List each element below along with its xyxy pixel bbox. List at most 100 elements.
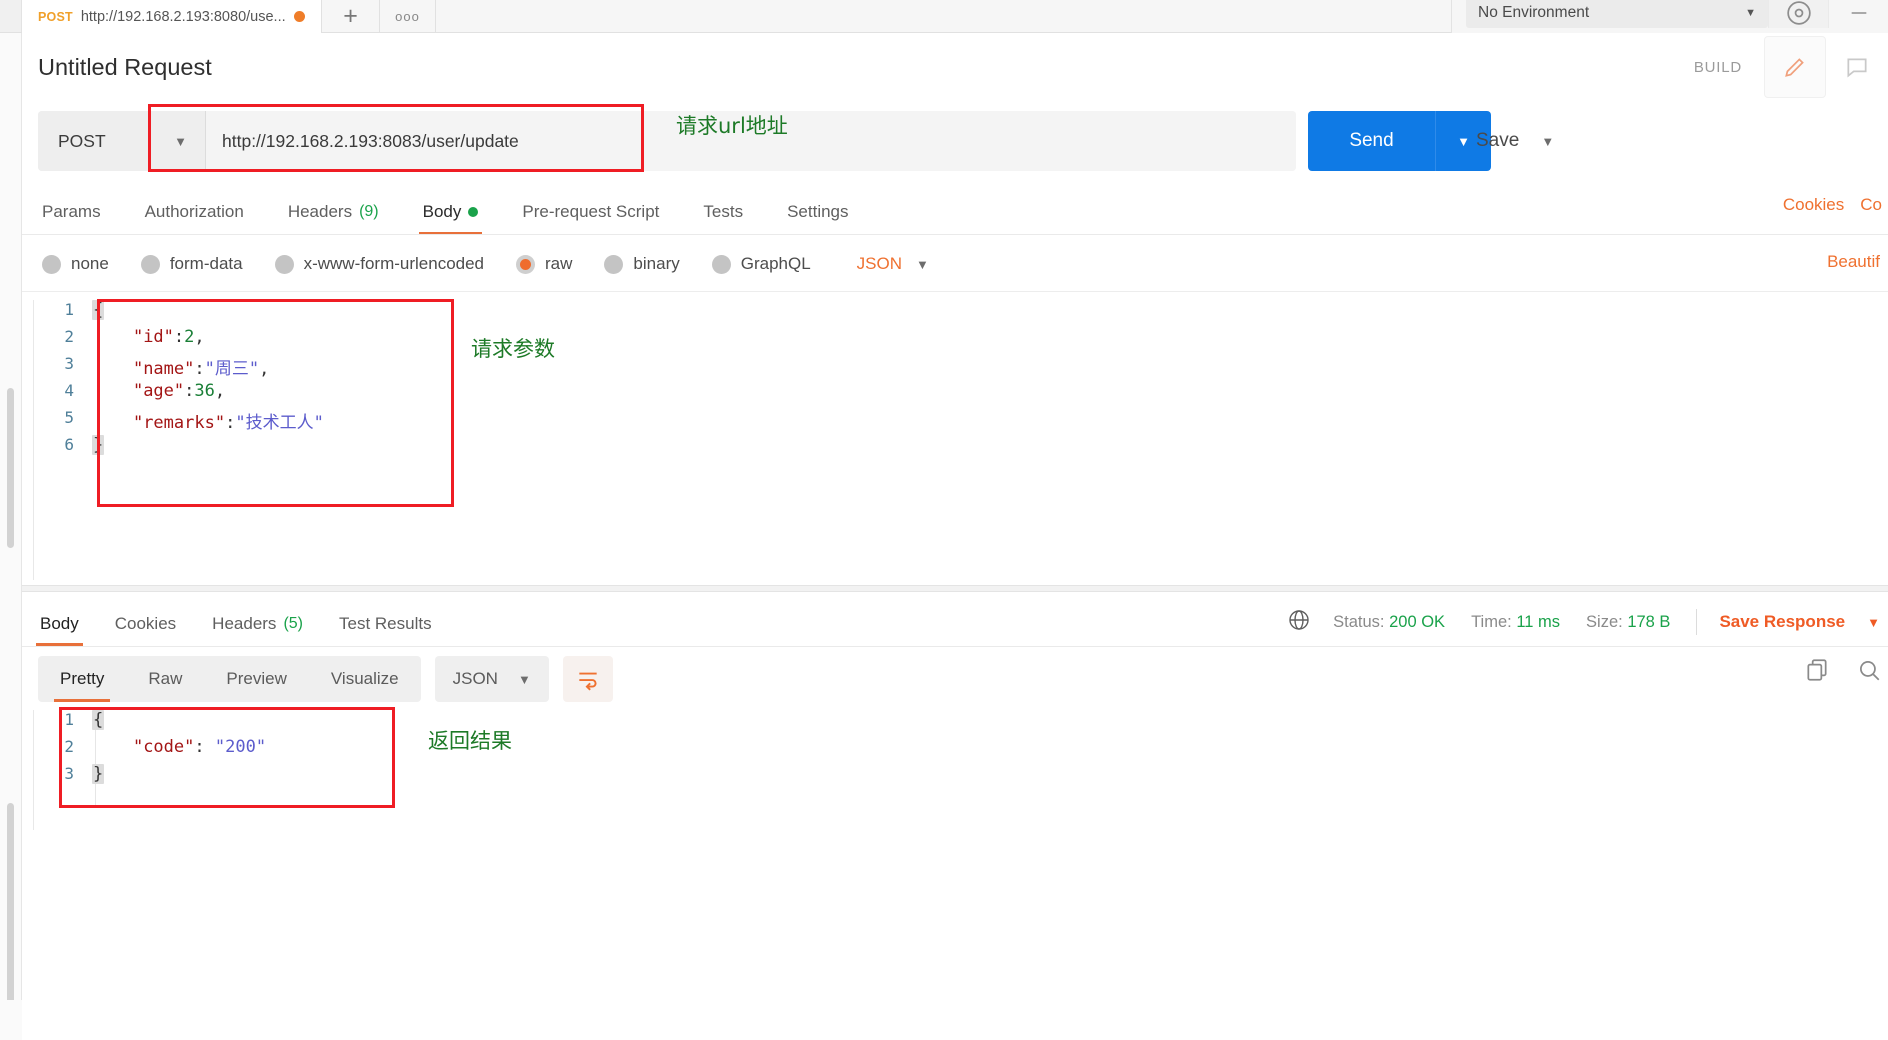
tab-params[interactable]: Params	[38, 202, 123, 235]
response-headers-count-badge: (5)	[283, 615, 303, 632]
body-format-selector[interactable]: JSON ▼	[857, 254, 929, 274]
search-icon[interactable]	[1856, 657, 1882, 688]
radio-label: form-data	[169, 254, 243, 273]
http-method-selector[interactable]: POST ▼	[38, 111, 206, 171]
body-type-graphql[interactable]: GraphQL	[711, 254, 811, 274]
response-status-strip: Status: 200 OK Time: 11 ms Size: 178 B S…	[1287, 600, 1888, 644]
cookies-link[interactable]: Cookies	[1783, 195, 1844, 215]
tab-label: Raw	[148, 669, 183, 688]
comments-icon[interactable]	[1826, 36, 1888, 98]
minimize-window-icon[interactable]	[1828, 0, 1888, 28]
response-view-pretty[interactable]: Pretty	[38, 656, 126, 702]
code-content: "id":2,	[132, 327, 205, 347]
tabstrip-left-edge	[0, 0, 22, 32]
request-url-bar: POST ▼	[38, 111, 1296, 171]
tab-label: Body	[40, 614, 79, 633]
code-content: "remarks":"技术工人"	[132, 413, 324, 433]
http-method-label: POST	[58, 130, 106, 151]
tab-headers[interactable]: Headers (9)	[266, 202, 401, 235]
tab-authorization[interactable]: Authorization	[123, 202, 266, 235]
edit-pencil-icon[interactable]	[1764, 36, 1826, 98]
body-type-urlencoded[interactable]: x-www-form-urlencoded	[274, 254, 485, 274]
response-view-raw[interactable]: Raw	[126, 656, 204, 702]
wrap-lines-icon[interactable]	[562, 656, 613, 702]
code-link[interactable]: Co	[1860, 195, 1882, 215]
save-button-group: Save ▼	[1476, 111, 1554, 171]
radio-icon	[604, 254, 624, 274]
response-view-visualize[interactable]: Visualize	[309, 656, 421, 702]
tab-label: Preview	[226, 669, 287, 688]
tab-label: Visualize	[330, 669, 399, 688]
tab-pre-request-script[interactable]: Pre-request Script	[500, 202, 681, 235]
status-value: 200 OK	[1389, 612, 1446, 631]
line-number: 1	[64, 710, 74, 729]
tab-label: Pretty	[60, 669, 105, 688]
body-type-none[interactable]: none	[42, 254, 109, 274]
body-type-form-data[interactable]: form-data	[140, 254, 243, 274]
build-label: BUILD	[1693, 58, 1742, 76]
request-scrollbar-thumb[interactable]	[7, 388, 14, 548]
body-present-dot-icon	[468, 207, 479, 217]
body-type-binary[interactable]: binary	[604, 254, 680, 274]
save-button[interactable]: Save	[1476, 130, 1519, 152]
tab-options-icon[interactable]: ooo	[380, 0, 436, 32]
radio-icon	[711, 254, 731, 274]
unsaved-changes-dot	[293, 11, 305, 22]
code-line: 1 {	[34, 300, 1888, 327]
environment-quick-look-eye-icon[interactable]	[1768, 0, 1828, 28]
response-tab-body[interactable]: Body	[22, 614, 97, 646]
save-response-button[interactable]: Save Response	[1719, 612, 1845, 632]
response-tab-cookies[interactable]: Cookies	[97, 614, 194, 646]
tab-tests[interactable]: Tests	[681, 202, 765, 235]
response-view-segmented-control: Pretty Raw Preview Visualize	[38, 656, 421, 702]
new-tab-button[interactable]: +	[322, 0, 380, 32]
response-body-editor[interactable]: 1 { 2 "code": "200" 3 }	[33, 710, 1888, 830]
tab-label: Cookies	[114, 614, 177, 633]
page-title: Untitled Request	[38, 53, 212, 80]
code-content: }	[92, 435, 105, 455]
code-line: 2 "code": "200"	[34, 737, 1888, 764]
request-header-actions: BUILD	[1694, 33, 1888, 101]
request-response-splitter[interactable]	[22, 585, 1888, 592]
beautify-link[interactable]: Beautif	[1827, 252, 1880, 272]
code-line: 5 "remarks":"技术工人"	[34, 408, 1888, 435]
response-format-selector[interactable]: JSON ▼	[434, 656, 549, 702]
time-label: Time:	[1471, 612, 1512, 631]
code-line: 4 "age":36,	[34, 381, 1888, 408]
request-tabs-right-links: Cookies Co	[1783, 195, 1888, 215]
line-number: 2	[64, 327, 74, 346]
request-tabs: Params Authorization Headers (9) Body Pr…	[38, 186, 1738, 235]
tab-label: Test Results	[339, 614, 432, 633]
code-content: {	[92, 300, 105, 320]
save-options-chevron-icon[interactable]: ▼	[1541, 134, 1554, 149]
environment-name: No Environment	[1478, 3, 1590, 21]
code-line: 3 }	[34, 764, 1888, 791]
environment-selector[interactable]: No Environment ▼	[1466, 0, 1768, 28]
globe-icon[interactable]	[1287, 608, 1311, 637]
save-response-chevron-icon[interactable]: ▼	[1867, 615, 1880, 630]
body-type-radio-group: none form-data x-www-form-urlencoded raw…	[42, 244, 929, 284]
send-button[interactable]: Send	[1308, 111, 1435, 171]
postman-window: POST http://192.168.2.193:8080/use... + …	[0, 0, 1888, 1040]
tab-settings[interactable]: Settings	[765, 202, 870, 235]
code-line: 2 "id":2,	[34, 327, 1888, 354]
request-tab-active[interactable]: POST http://192.168.2.193:8080/use...	[22, 0, 322, 33]
response-tab-test-results[interactable]: Test Results	[321, 614, 450, 646]
annotation-params: 请求参数	[471, 337, 555, 361]
body-section-divider	[22, 291, 1888, 292]
response-view-preview[interactable]: Preview	[204, 656, 308, 702]
code-content: "code": "200"	[132, 737, 267, 757]
tab-label: Pre-request Script	[522, 202, 660, 221]
body-type-raw[interactable]: raw	[516, 254, 572, 274]
code-content: "name":"周三",	[132, 359, 270, 379]
copy-icon[interactable]	[1804, 657, 1830, 688]
tab-label: Headers	[287, 202, 353, 221]
radio-label: x-www-form-urlencoded	[303, 254, 485, 273]
response-tab-headers[interactable]: Headers (5)	[194, 614, 321, 646]
request-body-editor[interactable]: 1 { 2 "id":2, 3 "name":"周三", 4 "age":36,…	[33, 300, 1888, 580]
code-line: 1 {	[34, 710, 1888, 737]
radio-label: none	[71, 254, 109, 273]
chevron-down-icon: ▼	[1745, 6, 1756, 19]
tab-body[interactable]: Body	[401, 202, 501, 235]
response-scrollbar-thumb[interactable]	[7, 803, 14, 1033]
